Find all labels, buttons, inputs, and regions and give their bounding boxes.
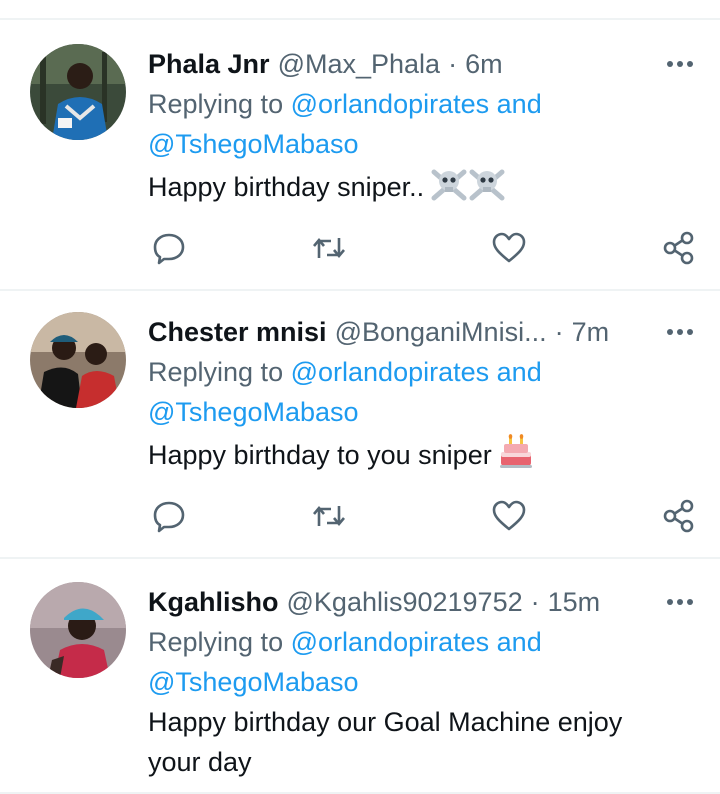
like-button[interactable] — [489, 228, 529, 268]
tweet-text-content: Happy birthday sniper.. — [148, 172, 425, 202]
timestamp[interactable]: 7m — [572, 317, 610, 348]
share-icon — [663, 231, 694, 265]
retweet-icon — [313, 237, 345, 259]
display-name[interactable]: Chester mnisi — [148, 317, 327, 348]
tweet-text: Happy birthday sniper.. — [148, 166, 668, 213]
reply-button[interactable] — [149, 496, 189, 536]
tweet-header: Phala Jnr @Max_Phala · 6m — [148, 44, 503, 84]
mention-link[interactable]: @TshegoMabaso — [148, 667, 359, 697]
tweet-text: Happy birthday our Goal Machine enjoy yo… — [148, 702, 668, 782]
divider — [0, 557, 720, 559]
separator-dot: · — [554, 316, 564, 347]
display-name[interactable]: Phala Jnr — [148, 49, 270, 80]
replying-to: Replying to @orlandopirates and @TshegoM… — [148, 622, 668, 702]
more-horizontal-icon — [667, 599, 693, 605]
more-options-button[interactable] — [664, 52, 696, 76]
more-horizontal-icon — [667, 329, 693, 335]
like-icon — [492, 232, 526, 263]
mention-link[interactable]: @orlandopirates — [291, 89, 490, 119]
replying-to: Replying to @orlandopirates and @TshegoM… — [148, 352, 668, 432]
share-icon — [663, 499, 694, 533]
timestamp[interactable]: 6m — [465, 49, 503, 80]
replying-to-label: Replying to — [148, 357, 284, 387]
divider-top — [0, 18, 720, 20]
reply-button[interactable] — [149, 228, 189, 268]
mention-link[interactable]: @TshegoMabaso — [148, 129, 359, 159]
avatar[interactable] — [30, 44, 126, 140]
avatar[interactable] — [30, 582, 126, 678]
mention-link[interactable]: @TshegoMabaso — [148, 397, 359, 427]
replying-and-link[interactable]: and — [497, 627, 542, 657]
skull-crossbones-emoji — [430, 166, 506, 213]
tweet-text-content: Happy birthday to you sniper — [148, 440, 492, 470]
share-button[interactable] — [659, 228, 699, 268]
user-handle[interactable]: @BonganiMnisi... — [335, 317, 547, 348]
more-horizontal-icon — [667, 61, 693, 67]
share-button[interactable] — [659, 496, 699, 536]
divider — [0, 289, 720, 291]
replying-to-label: Replying to — [148, 627, 284, 657]
tweet-text: Happy birthday to you sniper — [148, 434, 668, 481]
tweet-header: Chester mnisi @BonganiMnisi... · 7m — [148, 312, 609, 352]
tweet-header: Kgahlisho @Kgahlis90219752 · 15m — [148, 582, 600, 622]
user-handle[interactable]: @Max_Phala — [278, 49, 441, 80]
replying-and-link[interactable]: and — [497, 357, 542, 387]
tweet-item[interactable]: Phala Jnr @Max_Phala · 6m Replying to @o… — [0, 44, 720, 265]
mention-link[interactable]: @orlandopirates — [291, 357, 490, 387]
tweet-item[interactable]: Chester mnisi @BonganiMnisi... · 7m Repl… — [0, 312, 720, 533]
retweet-button[interactable] — [309, 496, 349, 536]
timestamp[interactable]: 15m — [548, 587, 601, 618]
tweet-text-content: Happy birthday our Goal Machine enjoy yo… — [148, 707, 623, 777]
retweet-button[interactable] — [309, 228, 349, 268]
retweet-icon — [313, 505, 345, 527]
avatar[interactable] — [30, 312, 126, 408]
user-handle[interactable]: @Kgahlis90219752 — [287, 587, 523, 618]
separator-dot: · — [530, 586, 540, 617]
display-name[interactable]: Kgahlisho — [148, 587, 279, 618]
more-options-button[interactable] — [664, 590, 696, 614]
tweet-actions — [0, 228, 720, 268]
birthday-cake-emoji — [498, 434, 534, 481]
like-button[interactable] — [489, 496, 529, 536]
replying-to-label: Replying to — [148, 89, 284, 119]
tweet-actions — [0, 496, 720, 536]
tweet-item[interactable]: Kgahlisho @Kgahlis90219752 · 15m Replyin… — [0, 582, 720, 794]
replying-to: Replying to @orlandopirates and @TshegoM… — [148, 84, 668, 164]
reply-icon — [153, 233, 185, 265]
mention-link[interactable]: @orlandopirates — [291, 627, 490, 657]
separator-dot: · — [448, 48, 458, 79]
replying-and-link[interactable]: and — [497, 89, 542, 119]
more-options-button[interactable] — [664, 320, 696, 344]
reply-icon — [153, 501, 185, 533]
like-icon — [492, 500, 526, 531]
